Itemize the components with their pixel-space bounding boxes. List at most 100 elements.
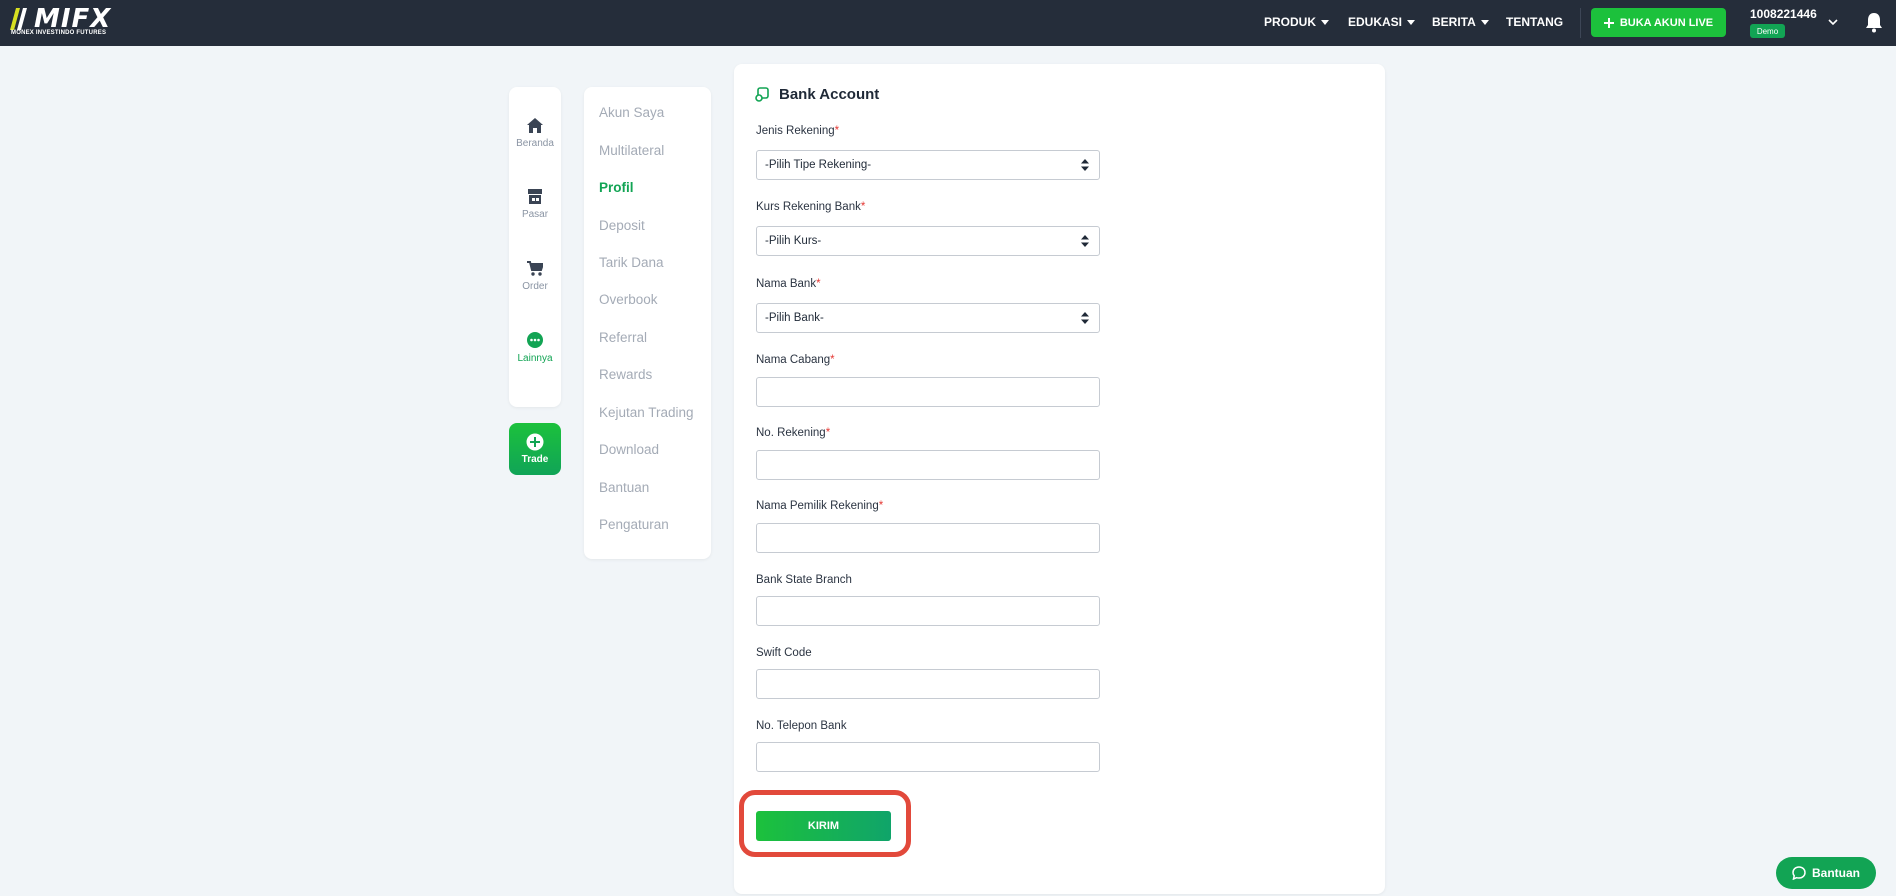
menu-item-referral[interactable]: Referral — [599, 330, 647, 345]
bank-icon — [755, 87, 769, 102]
bank-phone-input[interactable] — [756, 742, 1100, 772]
field-label-bank-state-branch: Bank State Branch — [756, 574, 852, 586]
field-label-no-rekening: No. Rekening* — [756, 427, 830, 439]
label-text: Nama Pemilik Rekening — [756, 500, 879, 512]
field-label-nama-pemilik: Nama Pemilik Rekening* — [756, 500, 883, 512]
account-number[interactable]: 1008221446 — [1750, 7, 1817, 21]
sidebar-item-label: Order — [522, 281, 548, 292]
logo-stripes-icon — [10, 8, 27, 30]
caret-down-icon — [1407, 19, 1416, 25]
label-text: Jenis Rekening — [756, 125, 835, 137]
field-label-nama-cabang: Nama Cabang* — [756, 354, 835, 366]
page-title: Bank Account — [779, 86, 880, 103]
field-label-jenis-rekening: Jenis Rekening* — [756, 125, 839, 137]
open-live-account-button[interactable]: BUKA AKUN LIVE — [1591, 8, 1726, 37]
required-mark: * — [834, 125, 840, 137]
label-text: No. Rekening — [756, 427, 826, 439]
bank-account-card: Bank Account Jenis Rekening* -Pilih Tipe… — [734, 64, 1385, 894]
chat-icon — [1792, 866, 1806, 880]
menu-item-deposit[interactable]: Deposit — [599, 218, 645, 233]
sidebar-item-label: Beranda — [516, 138, 554, 149]
sidebar-item-order[interactable]: Order — [509, 261, 561, 292]
cart-icon — [527, 261, 543, 276]
caret-down-icon — [1321, 19, 1330, 25]
profile-menu: Akun Saya Multilateral Profil Deposit Ta… — [584, 87, 711, 559]
open-live-account-label: BUKA AKUN LIVE — [1619, 16, 1714, 29]
bank-name-select[interactable]: -Pilih Bank- — [756, 303, 1100, 333]
label-text: Nama Bank — [756, 278, 817, 290]
logo-tagline: MONEX INVESTINDO FUTURES — [11, 30, 107, 36]
label-text: Kurs Rekening Bank — [756, 201, 861, 213]
required-mark: * — [816, 278, 821, 290]
menu-item-bantuan[interactable]: Bantuan — [599, 480, 649, 495]
mifx-logo[interactable]: MIFX MONEX INVESTINDO FUTURES — [10, 6, 110, 38]
menu-item-kejutan-trading[interactable]: Kejutan Trading — [599, 405, 694, 420]
required-mark: * — [878, 500, 884, 512]
sidebar-item-beranda[interactable]: Beranda — [509, 118, 561, 149]
help-label: Bantuan — [1812, 866, 1860, 880]
chevron-down-icon[interactable] — [1827, 16, 1839, 28]
sort-arrows-icon — [1081, 235, 1089, 247]
nav-produk-label: PRODUK — [1264, 15, 1317, 29]
menu-item-rewards[interactable]: Rewards — [599, 367, 652, 382]
plus-circle-icon — [526, 433, 544, 451]
bell-icon[interactable] — [1864, 11, 1884, 33]
field-label-swift-code: Swift Code — [756, 647, 812, 659]
menu-item-download[interactable]: Download — [599, 442, 659, 457]
sort-arrows-icon — [1081, 312, 1089, 324]
menu-item-multilateral[interactable]: Multilateral — [599, 143, 664, 158]
sidebar-item-lainnya[interactable]: Lainnya — [509, 332, 561, 364]
account-number-input[interactable] — [756, 450, 1100, 480]
caret-down-icon — [1480, 19, 1489, 25]
required-mark: * — [830, 354, 835, 366]
account-type-badge: Demo — [1750, 24, 1785, 38]
store-icon — [528, 189, 542, 204]
select-value: -Pilih Tipe Rekening- — [765, 159, 872, 171]
field-label-kurs-rekening: Kurs Rekening Bank* — [756, 201, 865, 213]
side-icon-nav: Beranda Pasar Order Lainnya — [509, 87, 561, 407]
sidebar-item-label: Pasar — [521, 209, 549, 220]
nav-produk[interactable]: PRODUK — [1264, 15, 1330, 29]
required-mark: * — [825, 427, 831, 439]
logo-wordmark: MIFX — [34, 4, 112, 34]
account-holder-input[interactable] — [756, 523, 1100, 553]
nav-tentang[interactable]: TENTANG — [1506, 15, 1563, 29]
trade-label: Trade — [521, 454, 549, 465]
nav-tentang-label: TENTANG — [1506, 15, 1564, 29]
nav-divider — [1580, 8, 1581, 38]
sidebar-item-pasar[interactable]: Pasar — [509, 189, 561, 220]
select-value: -Pilih Kurs- — [765, 235, 822, 247]
label-text: No. Telepon Bank — [756, 720, 847, 732]
label-text: Swift Code — [756, 647, 812, 659]
account-type-select[interactable]: -Pilih Tipe Rekening- — [756, 150, 1100, 180]
menu-item-akun-saya[interactable]: Akun Saya — [599, 105, 664, 120]
nav-edukasi-label: EDUKASI — [1348, 15, 1403, 29]
required-mark: * — [860, 201, 866, 213]
field-label-nama-bank: Nama Bank* — [756, 278, 821, 290]
top-navbar: MIFX MONEX INVESTINDO FUTURES PRODUK EDU… — [0, 0, 1896, 46]
nav-edukasi[interactable]: EDUKASI — [1348, 15, 1416, 29]
nav-berita[interactable]: BERITA — [1432, 15, 1489, 29]
label-text: Bank State Branch — [756, 574, 852, 586]
trade-button[interactable]: Trade — [509, 423, 561, 475]
select-value: -Pilih Bank- — [765, 312, 824, 324]
field-label-telepon-bank: No. Telepon Bank — [756, 720, 847, 732]
swift-code-input[interactable] — [756, 669, 1100, 699]
currency-select[interactable]: -Pilih Kurs- — [756, 226, 1100, 256]
bank-state-branch-input[interactable] — [756, 596, 1100, 626]
label-text: Nama Cabang — [756, 354, 831, 366]
sort-arrows-icon — [1081, 159, 1089, 171]
submit-button[interactable]: KIRIM — [756, 811, 891, 841]
more-icon — [527, 332, 543, 348]
branch-name-input[interactable] — [756, 377, 1100, 407]
nav-berita-label: BERITA — [1432, 15, 1476, 29]
home-icon — [527, 118, 543, 133]
menu-item-profil[interactable]: Profil — [599, 180, 634, 195]
menu-item-overbook[interactable]: Overbook — [599, 292, 658, 307]
card-header: Bank Account — [755, 86, 879, 103]
menu-item-pengaturan[interactable]: Pengaturan — [599, 517, 669, 532]
menu-item-tarik-dana[interactable]: Tarik Dana — [599, 255, 664, 270]
plus-icon — [1603, 17, 1614, 28]
sidebar-item-label: Lainnya — [517, 353, 553, 364]
help-chat-button[interactable]: Bantuan — [1776, 857, 1876, 889]
